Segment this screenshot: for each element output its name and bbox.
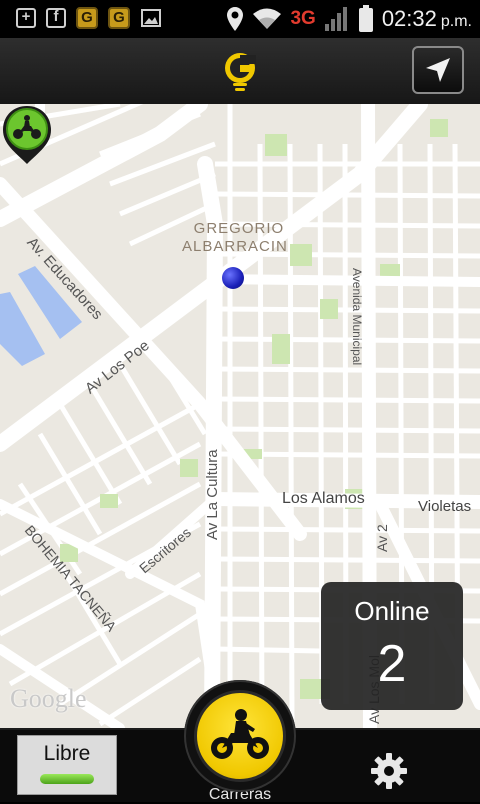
online-label: Online <box>354 596 430 626</box>
map-label-los-alamos: Los Alamos <box>282 490 365 507</box>
location-icon <box>227 7 244 31</box>
map-label-neighborhood: GREGORIO ALBARRACIN <box>182 220 288 256</box>
image-icon <box>140 7 162 29</box>
wifi-icon <box>253 8 282 29</box>
status-bar: + f G G 3G 02:32 p.m. <box>0 0 480 38</box>
google-attribution: Google <box>10 684 87 713</box>
libre-status-button[interactable]: Libre <box>17 735 117 795</box>
neighborhood-line2: ALBARRACIN <box>182 238 288 255</box>
navigation-arrow-icon <box>426 58 450 82</box>
status-icons: 3G 02:32 p.m. <box>226 2 472 36</box>
clock-time: 02:32 <box>381 6 437 31</box>
map-label-avenida-municipal: Avenida Municipal <box>350 268 364 366</box>
libre-label: Libre <box>43 742 91 765</box>
carreras-button-face <box>194 690 286 782</box>
facebook-icon: f <box>46 8 66 28</box>
clock: 02:32 p.m. <box>382 6 472 32</box>
current-location-dot <box>222 267 244 289</box>
map-label-violetas: Violetas <box>418 498 472 515</box>
online-count: 2 <box>377 635 407 693</box>
g-logo-icon <box>225 53 256 91</box>
app-header <box>0 38 480 105</box>
battery-icon <box>358 5 373 32</box>
add-notification-icon: + <box>16 8 36 28</box>
map-label-av-2: Av 2 <box>374 524 390 552</box>
motorcycle-rider-icon <box>211 709 269 759</box>
notification-icons: + f G G <box>16 7 162 29</box>
app-notification-icon: G <box>76 7 98 29</box>
driver-marker[interactable] <box>0 104 54 166</box>
signal-icon <box>324 7 347 31</box>
libre-status-indicator <box>40 774 94 784</box>
online-status-card: Online 2 <box>321 582 463 710</box>
my-location-button[interactable] <box>412 46 464 94</box>
gear-icon[interactable] <box>370 752 408 790</box>
network-type: 3G <box>290 8 316 29</box>
app-notification-icon-2: G <box>108 7 130 29</box>
clock-ampm: p.m. <box>440 13 472 30</box>
map-label-av-la-cultura: Av La Cultura <box>204 449 221 540</box>
neighborhood-line1: GREGORIO <box>193 220 285 237</box>
carreras-button[interactable] <box>184 680 296 792</box>
